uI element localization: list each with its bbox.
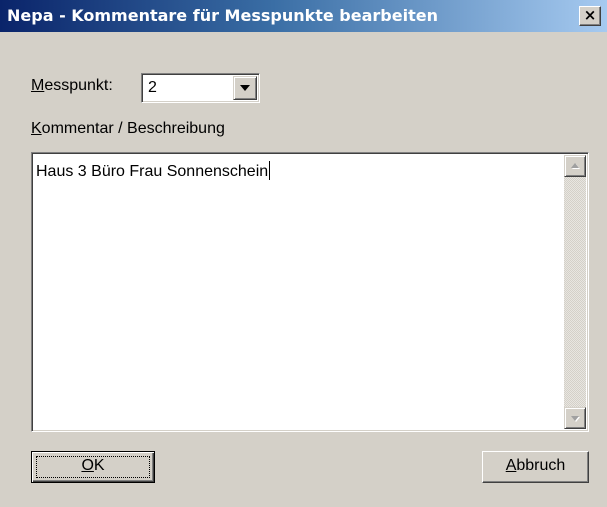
scroll-down-arrow-icon — [571, 416, 579, 421]
title-bar[interactable]: Nepa - Kommentare für Messpunkte bearbei… — [0, 0, 607, 32]
ok-label-rest: K — [93, 457, 105, 474]
messpunkt-dropdown-button[interactable] — [233, 76, 257, 100]
messpunkt-combobox[interactable]: 2 — [141, 73, 260, 103]
dialog-window: Nepa - Kommentare für Messpunkte bearbei… — [0, 0, 607, 507]
kommentar-textarea[interactable]: Haus 3 Büro Frau Sonnenschein — [31, 152, 589, 432]
kommentar-label: Kommentar / Beschreibung — [31, 120, 225, 138]
cancel-button-label: Abbruch — [506, 457, 566, 474]
cancel-label-rest: bbruch — [516, 457, 566, 474]
cancel-button[interactable]: Abbruch — [482, 451, 589, 483]
messpunkt-label: Messpunkt: — [31, 77, 113, 95]
ok-button[interactable]: OK — [31, 451, 155, 483]
scroll-down-button[interactable] — [564, 407, 586, 429]
kommentar-label-text: ommentar / Beschreibung — [41, 120, 225, 137]
vertical-scrollbar[interactable] — [564, 155, 586, 429]
scroll-up-arrow-icon — [571, 163, 579, 168]
window-title: Nepa - Kommentare für Messpunkte bearbei… — [7, 6, 438, 25]
messpunkt-label-text: esspunkt: — [44, 77, 113, 94]
ok-button-label: OK — [81, 457, 104, 474]
kommentar-label-mnemonic: K — [31, 120, 42, 137]
scroll-up-button[interactable] — [564, 155, 586, 177]
close-icon: × — [583, 6, 597, 24]
close-button[interactable]: × — [579, 6, 601, 26]
cancel-mnemonic: A — [505, 457, 517, 474]
messpunkt-label-mnemonic: M — [31, 77, 45, 94]
ok-mnemonic: O — [81, 457, 94, 474]
messpunkt-selected-value: 2 — [148, 79, 157, 96]
text-caret — [269, 161, 271, 180]
kommentar-text-value: Haus 3 Büro Frau Sonnenschein — [36, 163, 269, 180]
kommentar-text: Haus 3 Büro Frau Sonnenschein — [36, 161, 271, 181]
chevron-down-icon — [240, 85, 250, 91]
